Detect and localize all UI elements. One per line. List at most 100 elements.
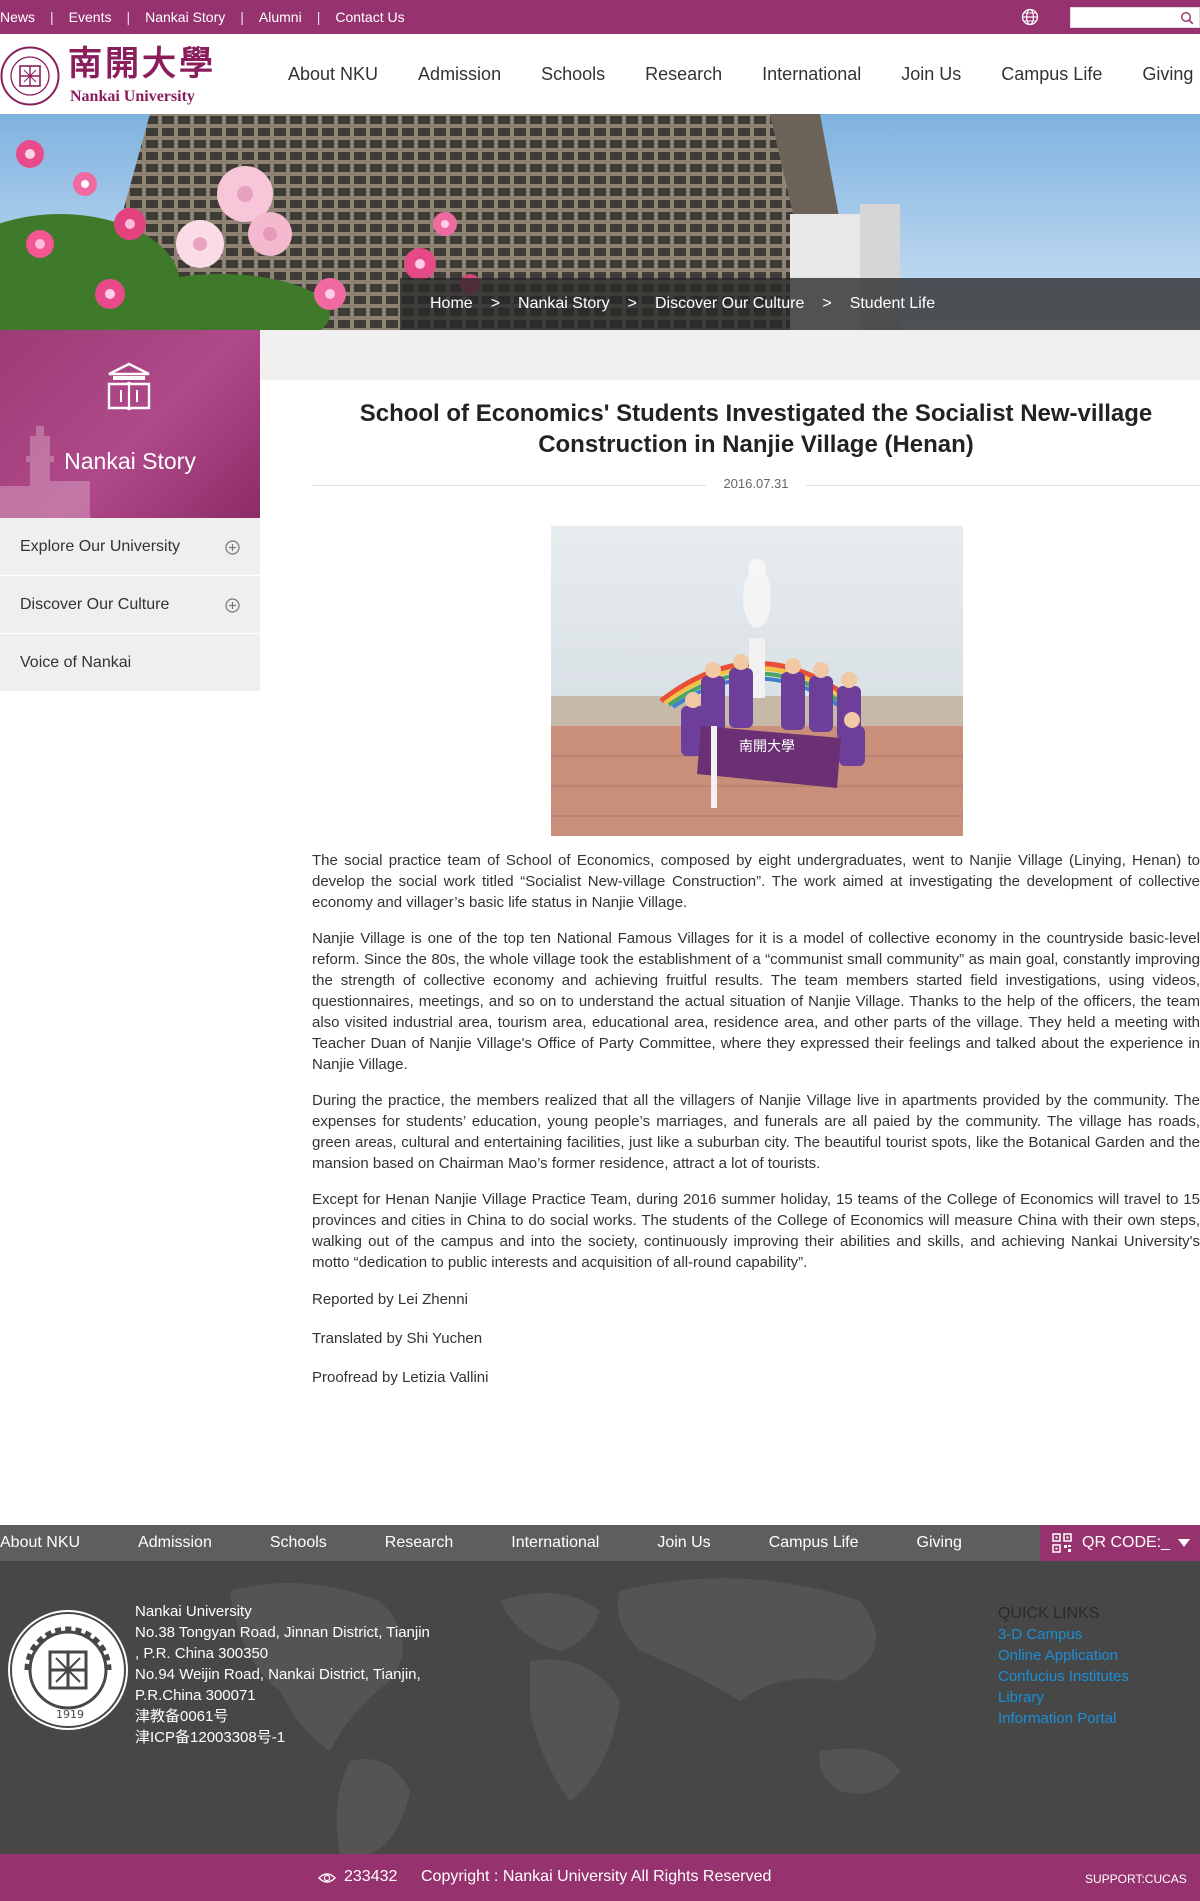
- hero-banner: Home > Nankai Story > Discover Our Cultu…: [0, 114, 1200, 330]
- visit-counter: 233432: [344, 1868, 398, 1885]
- nav-schools[interactable]: Schools: [541, 64, 605, 85]
- breadcrumb-separator: >: [822, 295, 832, 312]
- footer-bottom-bar: 233432 Copyright : Nankai University All…: [0, 1854, 1200, 1901]
- logo-english-name: Nankai University: [70, 88, 195, 105]
- qr-code-label: QR CODE:_: [1082, 1534, 1171, 1551]
- utility-link-nankai-story[interactable]: Nankai Story: [145, 9, 225, 25]
- separator: |: [126, 9, 131, 25]
- support-text: SUPPORT:CUCAS: [1085, 1872, 1187, 1886]
- main-nav: About NKU Admission Schools Research Int…: [288, 34, 1193, 114]
- sidebar-header: Nankai Story: [0, 330, 260, 518]
- breadcrumb-nankai-story[interactable]: Nankai Story: [518, 295, 610, 313]
- article-title: School of Economics' Students Investigat…: [359, 400, 1153, 458]
- top-utility-bar: News | Events | Nankai Story | Alumni | …: [0, 0, 1200, 34]
- breadcrumb-separator: >: [627, 295, 637, 312]
- article-photo: 南開大學: [551, 526, 963, 836]
- search-input[interactable]: [1071, 8, 1177, 27]
- separator: |: [240, 9, 244, 25]
- quick-link-confucius-institutes[interactable]: Confucius Institutes: [998, 1666, 1129, 1687]
- book-icon: [107, 362, 151, 411]
- nav-international[interactable]: International: [762, 64, 861, 85]
- footer-main: 1919 Nankai University No.38 Tongyan Roa…: [0, 1561, 1200, 1854]
- utility-link-alumni[interactable]: Alumni: [259, 9, 302, 25]
- university-seal-footer-icon: 1919: [8, 1610, 128, 1730]
- article-paragraph: During the practice, the members realize…: [312, 1092, 1200, 1172]
- footer-nav-schools[interactable]: Schools: [270, 1534, 327, 1552]
- utility-link-events[interactable]: Events: [69, 9, 112, 25]
- content-top-strip: [260, 330, 1200, 380]
- article-paragraph: Except for Henan Nanjie Village Practice…: [312, 1191, 1200, 1271]
- article-paragraph: Nanjie Village is one of the top ten Nat…: [312, 930, 1200, 1073]
- breadcrumb-home[interactable]: Home: [430, 295, 473, 313]
- eye-icon: [318, 1873, 336, 1883]
- svg-text:1919: 1919: [56, 1708, 84, 1721]
- sidebar-item-explore-our-university[interactable]: Explore Our University: [0, 518, 260, 576]
- address-line: , P.R. China 300350: [135, 1645, 269, 1662]
- footer-nav-research[interactable]: Research: [385, 1534, 453, 1552]
- quick-link-3d-campus[interactable]: 3-D Campus: [998, 1624, 1129, 1645]
- footer-nav-join-us[interactable]: Join Us: [657, 1534, 710, 1552]
- circle-plus-icon[interactable]: [225, 598, 240, 613]
- footer-address: Nankai University No.38 Tongyan Road, Ji…: [135, 1601, 430, 1748]
- article-paragraph: The social practice team of School of Ec…: [312, 852, 1200, 911]
- qr-code-icon: [1052, 1533, 1072, 1553]
- quick-link-online-application[interactable]: Online Application: [998, 1645, 1129, 1666]
- sidebar-menu: Explore Our University Discover Our Cult…: [0, 518, 260, 692]
- footer-nav: About NKU Admission Schools Research Int…: [0, 1525, 1020, 1561]
- qr-code-dropdown[interactable]: QR CODE:_: [1040, 1525, 1200, 1561]
- breadcrumb-discover-our-culture[interactable]: Discover Our Culture: [655, 295, 804, 313]
- search-icon[interactable]: [1180, 11, 1194, 25]
- footer-nav-international[interactable]: International: [511, 1534, 599, 1552]
- globe-icon[interactable]: [1021, 8, 1039, 26]
- utility-link-news[interactable]: News: [0, 9, 35, 25]
- sidebar-title: Nankai Story: [64, 448, 196, 474]
- logo-chinese-name: 南開大學: [68, 44, 216, 84]
- quick-link-information-portal[interactable]: Information Portal: [998, 1708, 1129, 1729]
- photo-banner-text: 南開大學: [739, 739, 795, 755]
- utility-links: News | Events | Nankai Story | Alumni | …: [0, 0, 405, 34]
- breadcrumb-separator: >: [490, 295, 501, 312]
- credit-proofreader: Proofread by Letizia Vallini: [312, 1369, 489, 1386]
- address-line: No.94 Weijin Road, Nankai District, Tian…: [135, 1666, 421, 1683]
- footer-nav-bar: About NKU Admission Schools Research Int…: [0, 1525, 1200, 1561]
- nav-join-us[interactable]: Join Us: [901, 64, 961, 85]
- group-photo-illustration: 南開大學: [551, 526, 963, 836]
- nav-about-nku[interactable]: About NKU: [288, 64, 378, 85]
- article-date: 2016.07.31: [706, 476, 806, 491]
- breadcrumb-current: Student Life: [849, 295, 936, 312]
- nav-research[interactable]: Research: [645, 64, 722, 85]
- sidebar-item-discover-our-culture[interactable]: Discover Our Culture: [0, 576, 260, 634]
- address-line: 津教备0061号: [135, 1708, 229, 1725]
- quick-link-library[interactable]: Library: [998, 1687, 1129, 1708]
- breadcrumb: Home > Nankai Story > Discover Our Cultu…: [400, 278, 1200, 330]
- search-box: [1070, 7, 1200, 28]
- footer-nav-admission[interactable]: Admission: [138, 1534, 212, 1552]
- quick-links: QUICK LINKS 3-D Campus Online Applicatio…: [998, 1603, 1129, 1729]
- address-line: Nankai University: [135, 1603, 252, 1620]
- separator: |: [50, 9, 54, 25]
- nav-campus-life[interactable]: Campus Life: [1001, 64, 1102, 85]
- utility-link-contact-us[interactable]: Contact Us: [335, 9, 404, 25]
- site-header: 南開大學 Nankai University About NKU Admissi…: [0, 34, 1200, 114]
- credit-reporter: Reported by Lei Zhenni: [312, 1291, 468, 1308]
- separator: |: [316, 9, 321, 25]
- address-line: No.38 Tongyan Road, Jinnan District, Tia…: [135, 1624, 430, 1641]
- nav-giving[interactable]: Giving: [1142, 64, 1193, 85]
- footer-nav-giving[interactable]: Giving: [917, 1534, 962, 1552]
- sidebar-item-voice-of-nankai[interactable]: Voice of Nankai: [0, 634, 260, 692]
- address-line: 津ICP备12003308号-1: [135, 1729, 286, 1746]
- footer-nav-about-nku[interactable]: About NKU: [0, 1534, 80, 1552]
- caret-down-icon: [1178, 1539, 1190, 1547]
- university-seal-logo[interactable]: [0, 46, 60, 106]
- address-line: P.R.China 300071: [135, 1687, 256, 1704]
- article-body: The social practice team of School of Ec…: [312, 850, 1200, 1288]
- copyright-text: Copyright : Nankai University All Rights…: [421, 1868, 772, 1885]
- sidebar-item-label: Explore Our University: [20, 537, 181, 555]
- sidebar-item-label: Discover Our Culture: [20, 595, 170, 613]
- footer-nav-campus-life[interactable]: Campus Life: [769, 1534, 859, 1552]
- quick-links-heading: QUICK LINKS: [998, 1605, 1100, 1622]
- sidebar-item-label: Voice of Nankai: [20, 653, 132, 671]
- credit-translator: Translated by Shi Yuchen: [312, 1330, 483, 1347]
- circle-plus-icon[interactable]: [225, 540, 240, 555]
- nav-admission[interactable]: Admission: [418, 64, 501, 85]
